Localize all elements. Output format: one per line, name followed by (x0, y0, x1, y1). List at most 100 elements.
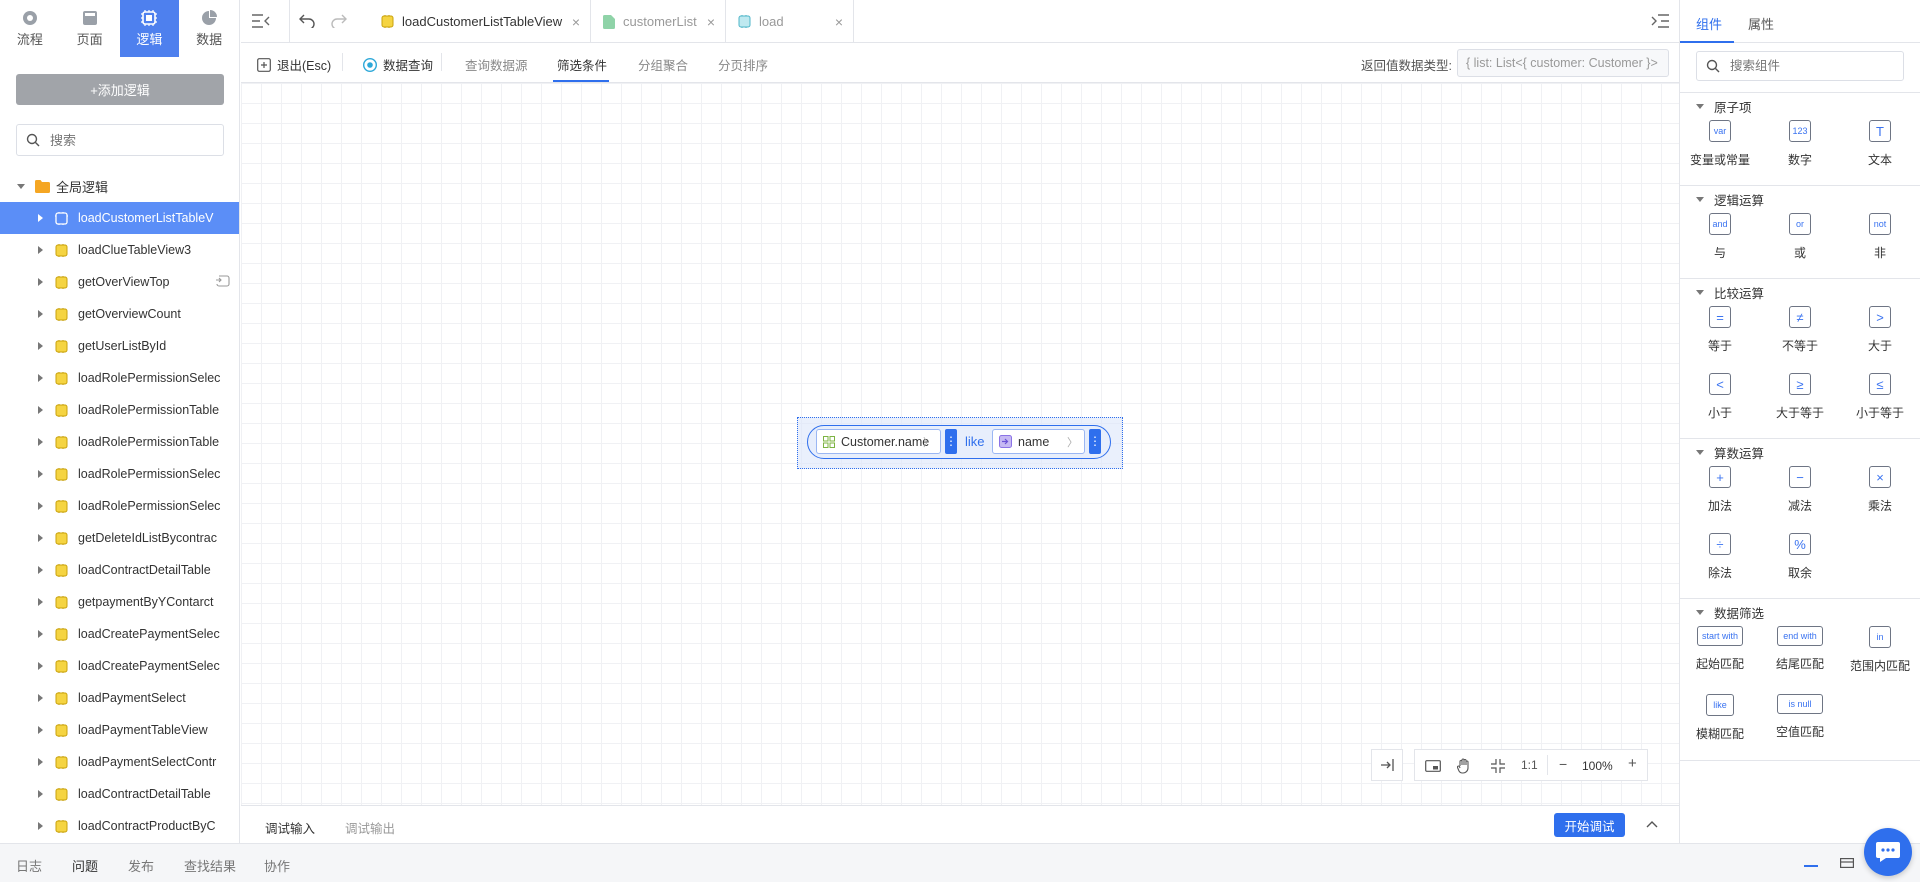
caret-right-icon[interactable] (38, 214, 43, 222)
component-模糊匹配[interactable]: like 模糊匹配 (1680, 694, 1760, 742)
mode-tab-flow[interactable]: 流程 (0, 0, 60, 57)
minimap-icon[interactable] (1425, 760, 1441, 772)
caret-right-icon[interactable] (38, 438, 43, 446)
component-search[interactable] (1696, 51, 1904, 81)
component-大于等于[interactable]: ≥ 大于等于 (1760, 373, 1840, 421)
component-大于[interactable]: > 大于 (1840, 306, 1920, 354)
tab-group[interactable]: 分组聚合 (638, 55, 688, 74)
tree-item[interactable]: loadRolePermissionTable (0, 426, 239, 458)
component-等于[interactable]: = 等于 (1680, 306, 1760, 354)
redo-icon[interactable] (331, 14, 347, 28)
logic-canvas[interactable]: Customer.name 〉 ⋮ like name 〉 ⋮ 1:1 − 10… (241, 83, 1679, 805)
panel-layout-icon[interactable] (1840, 858, 1854, 868)
tab-debug-output[interactable]: 调试输出 (345, 818, 395, 837)
tree-root[interactable]: 全局逻辑 (0, 174, 239, 198)
component-减法[interactable]: − 减法 (1760, 466, 1840, 514)
tab-properties[interactable]: 属性 (1748, 14, 1774, 33)
caret-right-icon[interactable] (38, 470, 43, 478)
tree-item[interactable]: loadContractDetailTable (0, 778, 239, 810)
collapse-left-icon[interactable] (252, 14, 270, 28)
caret-right-icon[interactable] (38, 822, 43, 830)
caret-right-icon[interactable] (38, 662, 43, 670)
tree-item[interactable]: getDeleteIdListBycontrac (0, 522, 239, 554)
logic-search-input[interactable] (50, 132, 210, 148)
fit-screen-icon[interactable] (1491, 759, 1505, 773)
section-header[interactable]: 逻辑运算 (1680, 188, 1920, 210)
status-tab-issues[interactable]: 问题 (72, 856, 98, 875)
tab-components[interactable]: 组件 (1696, 14, 1722, 33)
component-取余[interactable]: % 取余 (1760, 533, 1840, 581)
undo-icon[interactable] (299, 14, 315, 28)
component-除法[interactable]: ÷ 除法 (1680, 533, 1760, 581)
close-icon[interactable]: × (835, 14, 843, 30)
caret-right-icon[interactable] (38, 310, 43, 318)
caret-right-icon[interactable] (38, 598, 43, 606)
status-tab-search-results[interactable]: 查找结果 (184, 856, 236, 875)
hand-icon[interactable] (1457, 758, 1471, 774)
like-expression[interactable]: Customer.name 〉 ⋮ like name 〉 ⋮ (807, 425, 1111, 459)
tree-item[interactable]: loadRolePermissionSelec (0, 490, 239, 522)
close-icon[interactable]: × (572, 14, 580, 30)
caret-right-icon[interactable] (38, 534, 43, 542)
tree-item[interactable]: loadCreatePaymentSelec (0, 618, 239, 650)
component-空值匹配[interactable]: is null 空值匹配 (1760, 694, 1840, 740)
tab-sort[interactable]: 分页排序 (718, 55, 768, 74)
tree-item[interactable]: loadContractDetailTable (0, 554, 239, 586)
caret-right-icon[interactable] (38, 566, 43, 574)
mode-tab-logic[interactable]: 逻辑 (119, 0, 180, 57)
caret-right-icon[interactable] (38, 694, 43, 702)
section-header[interactable]: 算数运算 (1680, 441, 1920, 463)
caret-right-icon[interactable] (38, 246, 43, 254)
caret-right-icon[interactable] (38, 790, 43, 798)
tree-item[interactable]: getOverviewCount (0, 298, 239, 330)
editor-tab-load[interactable]: load × (726, 0, 854, 43)
caret-right-icon[interactable] (38, 726, 43, 734)
component-小于等于[interactable]: ≤ 小于等于 (1840, 373, 1920, 421)
tree-item[interactable]: loadCustomerListTableV (0, 202, 239, 234)
section-header[interactable]: 原子项 (1680, 95, 1920, 117)
component-不等于[interactable]: ≠ 不等于 (1760, 306, 1840, 354)
zoom-in-icon[interactable]: + (1628, 755, 1637, 772)
component-范围内匹配[interactable]: in 范围内匹配 (1840, 626, 1920, 674)
tree-item[interactable]: loadContractProductByC (0, 810, 239, 842)
component-数字[interactable]: 123 数字 (1760, 120, 1840, 168)
tree-item[interactable]: loadClueTableView3 (0, 234, 239, 266)
mode-tab-data[interactable]: 数据 (179, 0, 239, 57)
caret-right-icon[interactable] (38, 278, 43, 286)
chat-support-button[interactable] (1864, 828, 1912, 876)
return-type-field[interactable]: { list: List<{ customer: Customer }> (1457, 49, 1669, 77)
component-文本[interactable]: T 文本 (1840, 120, 1920, 168)
right-operand-slot[interactable]: name 〉 (992, 429, 1085, 454)
mode-tab-page[interactable]: 页面 (60, 0, 120, 57)
status-tab-log[interactable]: 日志 (16, 856, 42, 875)
actual-size-button[interactable]: 1:1 (1521, 758, 1538, 772)
tree-item[interactable]: loadCreatePaymentSelec (0, 650, 239, 682)
chevron-up-icon[interactable] (1646, 820, 1658, 828)
component-与[interactable]: and 与 (1680, 213, 1760, 261)
tree-item[interactable]: loadRolePermissionSelec (0, 362, 239, 394)
tab-filter[interactable]: 筛选条件 (557, 55, 607, 74)
status-tab-publish[interactable]: 发布 (128, 856, 154, 875)
tree-item[interactable]: loadPaymentSelect (0, 682, 239, 714)
left-operand-slot[interactable]: Customer.name 〉 (816, 429, 941, 454)
logic-search[interactable] (16, 124, 224, 156)
component-起始匹配[interactable]: start with 起始匹配 (1680, 626, 1760, 672)
expose-icon[interactable] (216, 275, 230, 287)
caret-right-icon[interactable] (38, 374, 43, 382)
exit-button[interactable]: 退出(Esc) (257, 55, 331, 74)
more-icon[interactable]: ⋮ (945, 429, 957, 454)
zoom-out-icon[interactable]: − (1559, 756, 1567, 772)
tab-debug-input[interactable]: 调试输入 (265, 818, 315, 837)
caret-right-icon[interactable] (38, 406, 43, 414)
tree-item[interactable]: loadPaymentSelectContr (0, 746, 239, 778)
caret-right-icon[interactable] (38, 502, 43, 510)
section-header[interactable]: 数据筛选 (1680, 601, 1920, 623)
tab-query-source[interactable]: 查询数据源 (465, 55, 528, 74)
tree-item[interactable]: getUserListById (0, 330, 239, 362)
component-search-input[interactable] (1730, 59, 1890, 73)
more-icon[interactable]: ⋮ (1089, 429, 1101, 454)
data-query-node[interactable]: 数据查询 (363, 55, 433, 74)
tree-item[interactable]: loadRolePermissionTable (0, 394, 239, 426)
component-或[interactable]: or 或 (1760, 213, 1840, 261)
tree-item[interactable]: getOverViewTop (0, 266, 239, 298)
